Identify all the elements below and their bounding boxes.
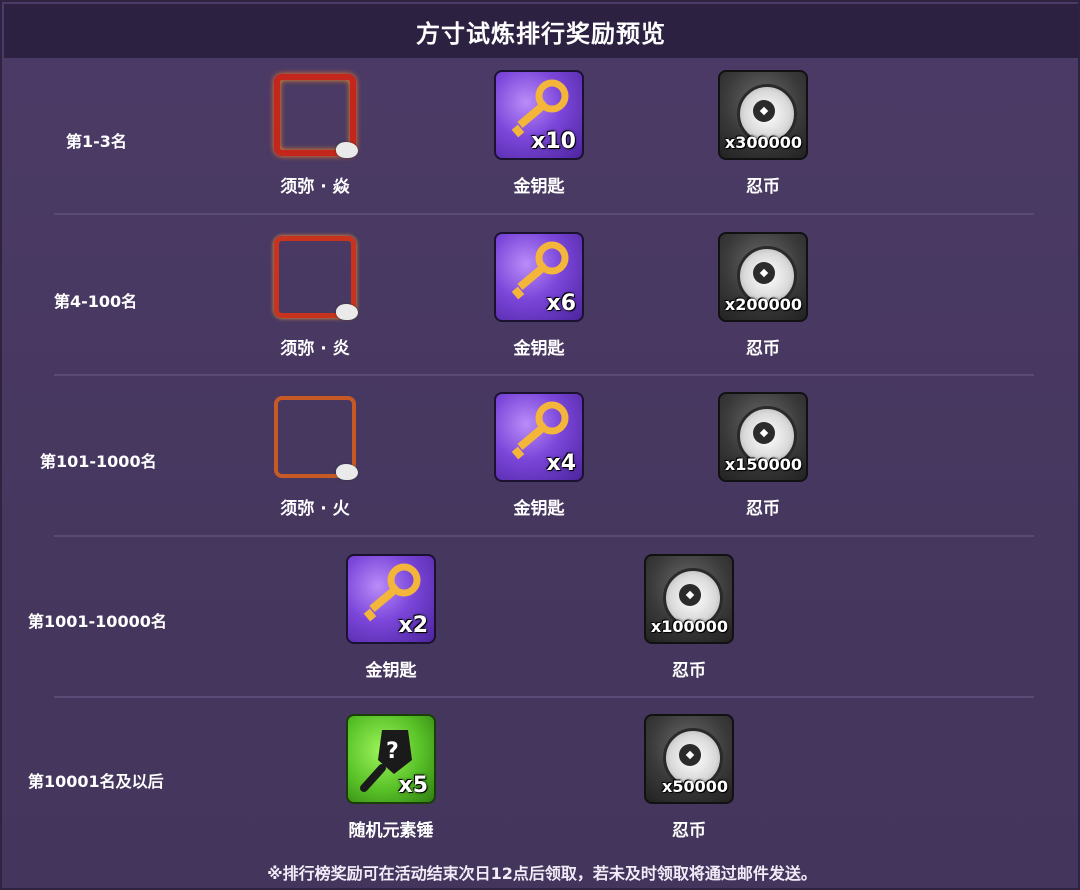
item-name: 忍币 [672,661,706,681]
reward-gold-key[interactable]: x4 金钥匙 [492,392,586,519]
item-name: 须弥 · 炎 [280,339,350,359]
reward-gold-key[interactable]: x10 金钥匙 [492,70,586,197]
svg-text:?: ? [386,739,399,764]
item-name: 金钥匙 [513,499,565,519]
row-divider [54,213,1034,215]
item-name: 须弥 · 焱 [280,177,350,197]
row-divider [54,535,1034,537]
reward-row-5: 第10001名及以后 ? x5 随机元素锤 x50000 忍币 [2,700,1080,860]
avatar-frame-icon [270,232,360,322]
item-name: 金钥匙 [513,177,565,197]
item-name: 金钥匙 [365,661,417,681]
reward-frame[interactable]: 须弥 · 焱 [268,70,362,197]
item-name: 忍币 [746,499,780,519]
reward-ninja-coin[interactable]: x50000 忍币 [642,714,736,841]
item-quantity: x6 [546,291,577,316]
item-quantity: x150000 [724,455,802,474]
item-quantity: x2 [398,613,429,638]
item-name: 忍币 [746,177,780,197]
item-quantity: x4 [546,451,577,476]
gold-key-icon: x6 [494,232,584,322]
reward-frame[interactable]: 须弥 · 火 [268,392,362,519]
item-quantity: x50000 [662,777,728,796]
reward-element-hammer[interactable]: ? x5 随机元素锤 [344,714,438,841]
rank-label: 第101-1000名 [40,452,157,471]
ghost-icon [336,142,358,158]
item-name: 须弥 · 火 [280,499,350,519]
ghost-icon [336,464,358,480]
ninja-coin-icon: x200000 [718,232,808,322]
row-divider [54,696,1034,698]
ninja-coin-icon: x100000 [644,554,734,644]
reward-frame[interactable]: 须弥 · 炎 [268,232,362,359]
reward-row-1: 第1-3名 须弥 · 焱 x10 金钥匙 x300000 忍币 [2,60,1080,220]
reward-row-2: 第4-100名 须弥 · 炎 x6 金钥匙 x200000 忍币 [2,220,1080,380]
rank-label: 第1-3名 [66,132,127,151]
reward-ninja-coin[interactable]: x300000 忍币 [716,70,810,197]
item-name: 忍币 [672,821,706,841]
footer-note: ※排行榜奖励可在活动结束次日12点后领取，若未及时领取将通过邮件发送。 [267,864,817,883]
reward-gold-key[interactable]: x2 金钥匙 [344,554,438,681]
reward-row-3: 第101-1000名 须弥 · 火 x4 金钥匙 x150000 忍币 [2,380,1080,540]
reward-row-4: 第1001-10000名 x2 金钥匙 x100000 忍币 [2,540,1080,700]
item-quantity: x100000 [650,617,728,636]
item-name: 金钥匙 [513,339,565,359]
avatar-frame-icon [270,392,360,482]
reward-ninja-coin[interactable]: x100000 忍币 [642,554,736,681]
reward-ninja-coin[interactable]: x150000 忍币 [716,392,810,519]
rank-label: 第4-100名 [54,292,138,311]
reward-ninja-coin[interactable]: x200000 忍币 [716,232,810,359]
reward-panel: 方寸试炼排行奖励预览 第1-3名 须弥 · 焱 x10 金钥匙 x300000 … [0,0,1080,890]
ninja-coin-icon: x300000 [718,70,808,160]
gold-key-icon: x10 [494,70,584,160]
gold-key-icon: x4 [494,392,584,482]
panel-title: 方寸试炼排行奖励预览 [4,4,1078,58]
row-divider [54,374,1034,376]
item-quantity: x5 [398,773,429,798]
ghost-icon [336,304,358,320]
reward-gold-key[interactable]: x6 金钥匙 [492,232,586,359]
item-quantity: x300000 [724,133,802,152]
item-quantity: x200000 [724,295,802,314]
item-quantity: x10 [531,129,576,154]
rank-label: 第1001-10000名 [28,612,167,631]
ninja-coin-icon: x150000 [718,392,808,482]
element-hammer-icon: ? x5 [346,714,436,804]
ninja-coin-icon: x50000 [644,714,734,804]
gold-key-icon: x2 [346,554,436,644]
item-name: 忍币 [746,339,780,359]
item-name: 随机元素锤 [348,821,434,841]
rank-label: 第10001名及以后 [28,772,164,791]
avatar-frame-icon [270,70,360,160]
